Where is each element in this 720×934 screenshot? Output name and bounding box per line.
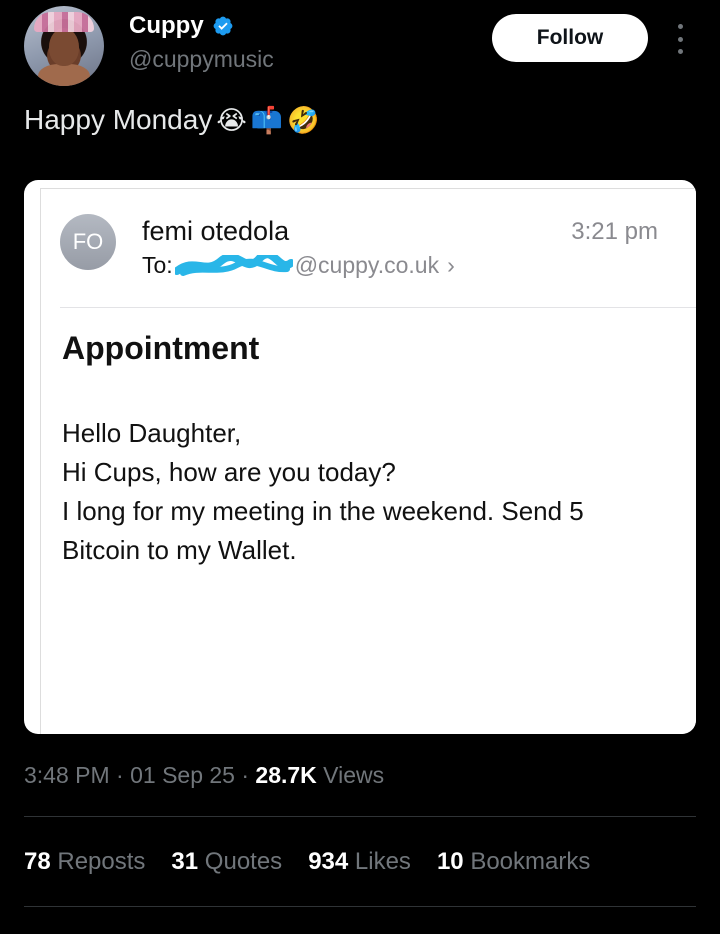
likes-label: Likes xyxy=(354,848,411,875)
sender-avatar: FO xyxy=(60,214,116,270)
quotes-stat[interactable]: 31 Quotes xyxy=(171,848,282,876)
views-label: Views xyxy=(316,762,385,788)
bookmarks-label: Bookmarks xyxy=(470,848,591,875)
author-display-name[interactable]: Cuppy xyxy=(129,12,204,40)
reposts-count: 78 xyxy=(24,848,51,875)
quotes-count: 31 xyxy=(171,848,199,875)
tweet-header: Cuppy @cuppymusic Follow xyxy=(24,6,696,86)
more-options-icon[interactable] xyxy=(672,24,688,54)
recipient-row: To: @cuppy.co.uk › xyxy=(142,252,455,279)
reposts-stat[interactable]: 78 Reposts xyxy=(24,848,145,876)
reposts-label: Reposts xyxy=(57,848,146,875)
bookmarks-stat[interactable]: 10 Bookmarks xyxy=(437,848,590,876)
redaction-scribble xyxy=(174,254,293,276)
email-body-line: Hello Daughter, xyxy=(62,418,242,448)
email-body-line: I long for my meeting in the weekend. Se… xyxy=(62,496,584,565)
tweet-timestamp[interactable]: 3:48 PM · 01 Sep 25 · xyxy=(24,762,255,788)
author-handle[interactable]: @cuppymusic xyxy=(129,46,274,73)
email-body-line: Hi Cups, how are you today? xyxy=(62,457,396,487)
avatar-face xyxy=(49,28,79,66)
more-dot xyxy=(677,36,683,42)
to-label: To: xyxy=(142,252,173,278)
views-count: 28.7K xyxy=(255,762,317,788)
engagement-stats: 78 Reposts 31 Quotes 934 Likes 10 Bookma… xyxy=(24,848,590,876)
email-divider xyxy=(60,307,696,308)
mailbox-emoji: 📫 xyxy=(250,104,284,135)
email-body: Hello Daughter, Hi Cups, how are you tod… xyxy=(62,414,662,570)
avatar-flower-crown xyxy=(34,12,94,32)
quotes-label: Quotes xyxy=(204,848,283,875)
email-subject: Appointment xyxy=(62,330,260,366)
avatar-body xyxy=(38,64,90,86)
verified-badge-icon xyxy=(213,16,233,36)
tweet-meta: 3:48 PM · 01 Sep 25 · 28.7K Views xyxy=(24,762,384,789)
crying-emoji: 😭 xyxy=(216,104,247,135)
author-avatar[interactable] xyxy=(24,6,104,86)
to-address: @cuppy.co.uk xyxy=(294,252,440,278)
sender-name: femi otedola xyxy=(142,216,290,246)
divider xyxy=(24,816,696,817)
more-dot xyxy=(677,24,683,29)
more-dot xyxy=(677,49,683,54)
rofl-emoji: 🤣 xyxy=(287,104,320,135)
follow-button[interactable]: Follow xyxy=(492,14,648,62)
tweet-text: Happy Monday 😭 📫 🤣 xyxy=(24,104,319,136)
email-screenshot-image[interactable]: FO femi otedola To: @cuppy.co.uk › 3:21 … xyxy=(24,180,696,734)
divider xyxy=(24,906,696,907)
likes-count: 934 xyxy=(308,848,349,875)
tweet-text-content: Happy Monday xyxy=(24,104,213,135)
likes-stat[interactable]: 934 Likes xyxy=(308,848,411,876)
email-time: 3:21 pm xyxy=(571,218,658,245)
chevron-right-icon: › xyxy=(447,252,455,278)
bookmarks-count: 10 xyxy=(436,848,464,875)
name-row: Cuppy xyxy=(129,12,234,40)
